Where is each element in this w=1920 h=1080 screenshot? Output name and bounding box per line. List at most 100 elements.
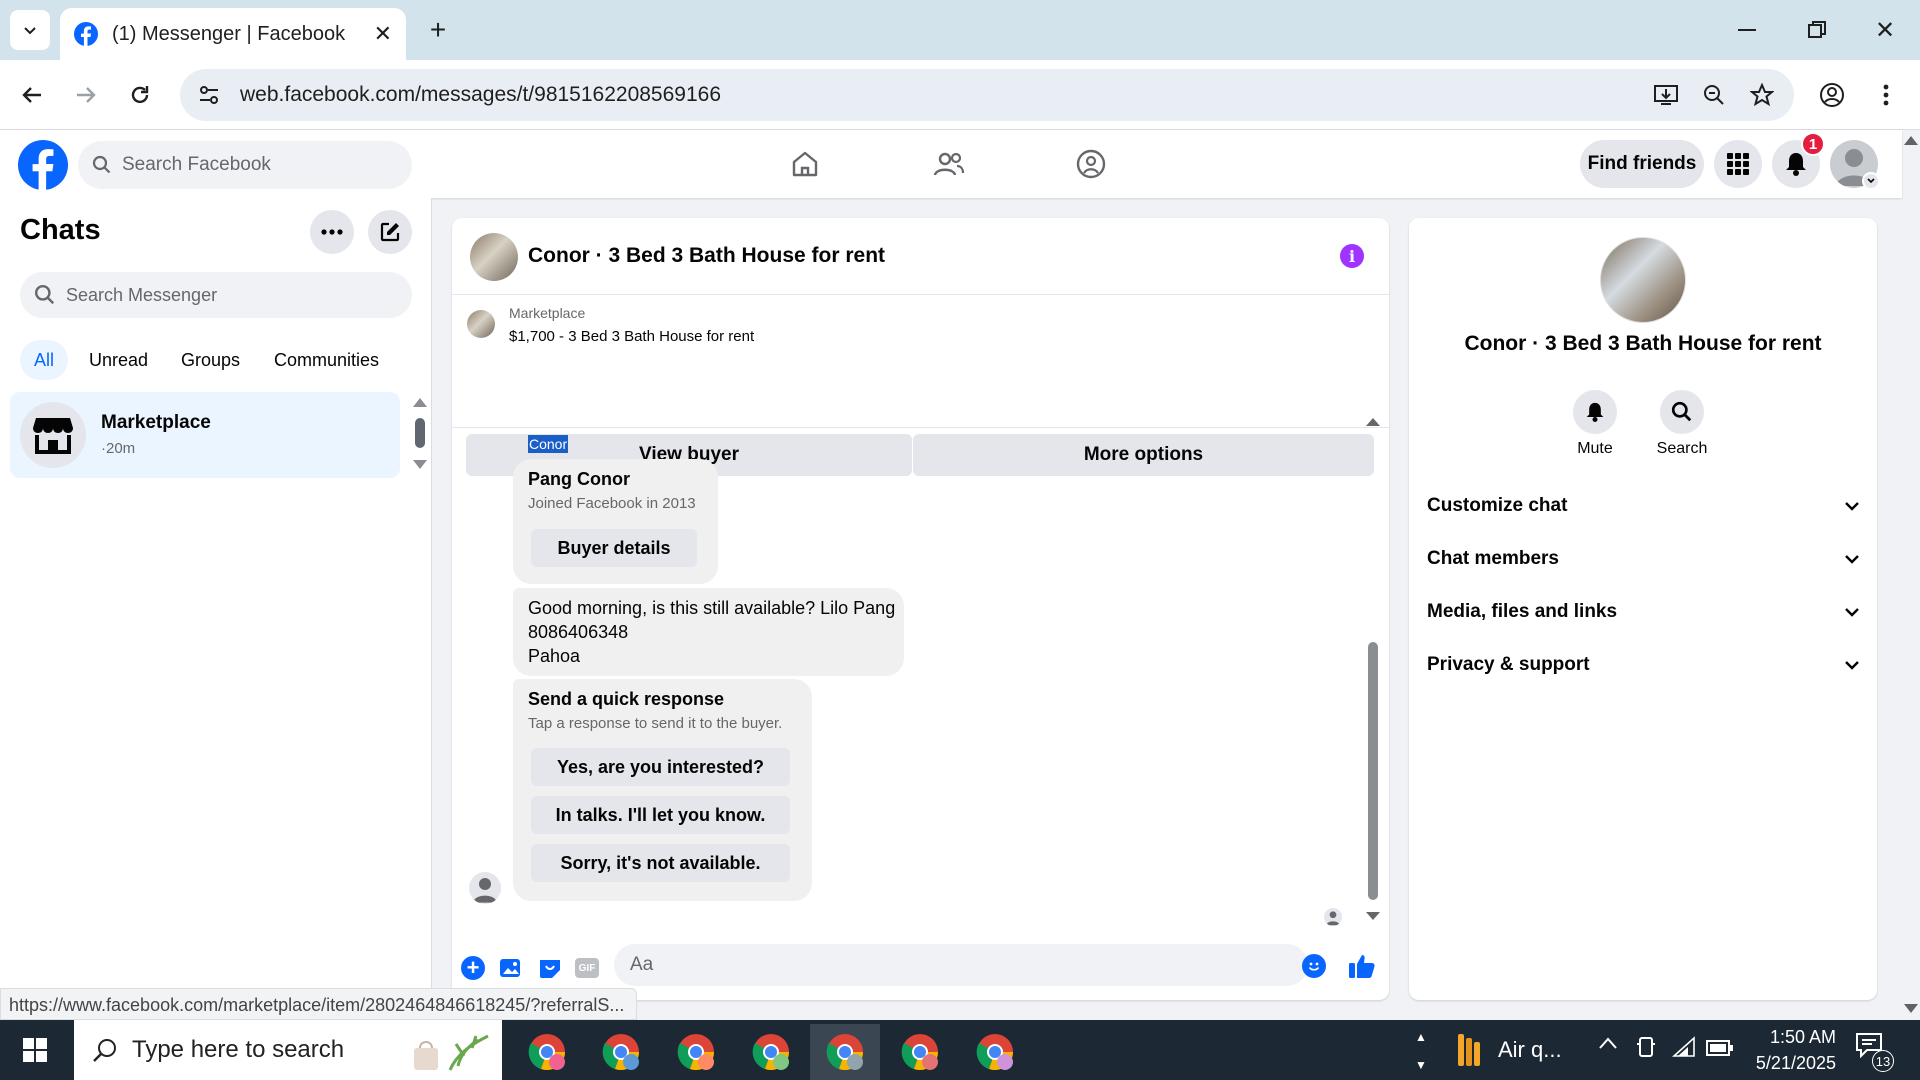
browser-tab[interactable]: (1) Messenger | Facebook ✕ xyxy=(60,8,406,60)
listing-thumbnail[interactable] xyxy=(467,310,495,338)
site-info-button[interactable] xyxy=(194,80,224,110)
zoom-button[interactable] xyxy=(1694,75,1734,115)
menu-button[interactable] xyxy=(1714,140,1762,188)
mute-button[interactable] xyxy=(1573,390,1617,434)
weather-widget[interactable]: Air q... xyxy=(1454,1032,1562,1068)
chevron-down-icon xyxy=(1845,607,1859,617)
filter-groups[interactable]: Groups xyxy=(167,340,254,380)
conversation-header: Conor · 3 Bed 3 Bath House for rent i xyxy=(452,218,1389,295)
find-friends-button[interactable]: Find friends xyxy=(1580,140,1704,188)
message-input[interactable]: Aa xyxy=(614,944,1308,986)
gif-button[interactable]: GIF xyxy=(575,958,599,978)
nav-groups[interactable] xyxy=(1056,136,1126,192)
chat-list-scrollbar[interactable] xyxy=(415,418,425,448)
customize-chat-label: Customize chat xyxy=(1427,495,1568,516)
privacy-support-section[interactable]: Privacy & support xyxy=(1427,645,1859,685)
filter-unread[interactable]: Unread xyxy=(75,340,162,380)
mute-label: Mute xyxy=(1577,440,1613,457)
chat-item-marketplace[interactable]: Marketplace ·20m xyxy=(10,392,400,478)
filter-communities[interactable]: Communities xyxy=(260,340,393,380)
messages-scrollbar[interactable] xyxy=(1368,642,1378,900)
messages-scroll-down-icon[interactable] xyxy=(1366,912,1380,920)
new-tab-button[interactable]: + xyxy=(418,12,458,48)
media-files-links-section[interactable]: Media, files and links xyxy=(1427,592,1859,632)
meet-now-button[interactable] xyxy=(1636,1036,1656,1060)
taskbar-search-input[interactable]: Type here to search xyxy=(74,1020,502,1080)
default-avatar-icon xyxy=(473,878,497,903)
battery-button[interactable] xyxy=(1706,1038,1734,1058)
chats-sidebar: Chats Search Messenger All Unread Groups… xyxy=(0,198,432,1020)
smiley-icon xyxy=(1308,962,1320,971)
install-app-button[interactable] xyxy=(1646,75,1686,115)
filter-all[interactable]: All xyxy=(20,340,68,380)
emoji-button[interactable] xyxy=(1302,954,1326,978)
taskbar-chrome-6[interactable] xyxy=(885,1024,955,1080)
taskbar-chrome-2[interactable] xyxy=(586,1024,656,1080)
taskbar-chrome-7[interactable] xyxy=(960,1024,1030,1080)
reload-button[interactable] xyxy=(120,75,160,115)
network-button[interactable] xyxy=(1672,1036,1696,1058)
search-icon xyxy=(93,1039,116,1062)
messages-scroll-up-icon[interactable] xyxy=(1366,418,1380,426)
clock[interactable]: 1:50 AM 5/21/2025 xyxy=(1740,1024,1836,1076)
conversation-info-button[interactable]: i xyxy=(1340,244,1364,268)
tab-title: (1) Messenger | Facebook xyxy=(112,22,346,45)
attach-photo-button[interactable] xyxy=(499,956,523,980)
taskbar-chrome-1[interactable] xyxy=(512,1024,582,1080)
search-in-chat-button[interactable] xyxy=(1660,390,1704,434)
taskbar-chrome-3[interactable] xyxy=(661,1024,731,1080)
more-actions-button[interactable]: + xyxy=(461,956,485,980)
chat-list-scroll-up-icon[interactable] xyxy=(413,398,427,407)
nav-friends[interactable] xyxy=(914,136,984,192)
chat-list-scroll-down-icon[interactable] xyxy=(413,460,427,469)
quick-response-in-talks[interactable]: In talks. I'll let you know. xyxy=(531,796,790,834)
forward-button[interactable] xyxy=(66,75,106,115)
taskbar-chrome-4[interactable] xyxy=(736,1024,806,1080)
info-avatar[interactable] xyxy=(1600,237,1686,323)
chevron-down-icon xyxy=(1845,660,1859,670)
browser-menu-button[interactable] xyxy=(1866,75,1906,115)
browser-toolbar: web.facebook.com/messages/t/981516220856… xyxy=(0,60,1920,130)
messenger-search-input[interactable]: Search Messenger xyxy=(20,272,412,318)
chat-item-name: Marketplace xyxy=(101,412,211,433)
taskbar-scroll-up-icon[interactable]: ▲ xyxy=(1415,1030,1427,1044)
taskbar-chrome-5-active[interactable] xyxy=(810,1024,880,1080)
address-bar[interactable]: web.facebook.com/messages/t/981516220856… xyxy=(180,69,1794,121)
facebook-search-input[interactable]: Search Facebook xyxy=(78,141,412,189)
like-button[interactable] xyxy=(1348,952,1376,980)
nav-home[interactable] xyxy=(770,136,840,192)
restore-button[interactable] xyxy=(1792,10,1842,50)
more-options-button[interactable]: More options xyxy=(913,434,1374,476)
listing-title[interactable]: $1,700 - 3 Bed 3 Bath House for rent xyxy=(509,328,754,345)
new-message-button[interactable] xyxy=(368,210,412,254)
profile-button[interactable] xyxy=(1812,75,1852,115)
taskbar-scroll-down-icon[interactable]: ▼ xyxy=(1415,1058,1427,1072)
bookmark-button[interactable] xyxy=(1742,75,1782,115)
back-button[interactable] xyxy=(12,75,52,115)
page-scroll-up-icon[interactable] xyxy=(1904,136,1918,145)
minimize-button[interactable] xyxy=(1722,10,1772,50)
grid-menu-icon xyxy=(1727,153,1749,175)
start-button[interactable] xyxy=(0,1020,70,1080)
chevron-down-icon xyxy=(1845,501,1859,511)
quick-response-not-available[interactable]: Sorry, it's not available. xyxy=(531,844,790,882)
media-files-links-label: Media, files and links xyxy=(1427,601,1618,622)
show-hidden-icons-button[interactable] xyxy=(1598,1036,1618,1050)
chat-members-section[interactable]: Chat members xyxy=(1427,539,1859,579)
zoom-out-icon xyxy=(1704,85,1724,105)
quick-response-yes[interactable]: Yes, are you interested? xyxy=(531,748,790,786)
sticker-button[interactable] xyxy=(538,956,562,980)
account-chevron-icon[interactable] xyxy=(1862,172,1880,190)
close-window-button[interactable]: ✕ xyxy=(1860,10,1910,50)
conversation-avatar[interactable] xyxy=(470,233,518,281)
tab-search-button[interactable] xyxy=(10,10,50,50)
buyer-details-button[interactable]: Buyer details xyxy=(531,529,697,567)
minimize-icon xyxy=(1738,29,1756,31)
page-scroll-down-icon[interactable] xyxy=(1904,1004,1918,1013)
customize-chat-section[interactable]: Customize chat xyxy=(1427,486,1859,526)
chats-options-button[interactable] xyxy=(310,210,354,254)
tab-close-icon[interactable]: ✕ xyxy=(374,21,392,47)
chevron-down-icon xyxy=(1845,554,1859,564)
conversation-title[interactable]: Conor · 3 Bed 3 Bath House for rent xyxy=(528,244,885,268)
facebook-logo[interactable] xyxy=(18,140,68,190)
